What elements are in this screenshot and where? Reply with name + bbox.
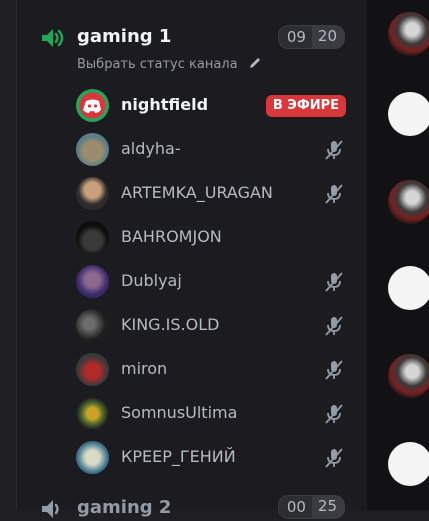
mic-muted-icon bbox=[325, 448, 343, 468]
user-name: BAHROMJON bbox=[121, 227, 222, 246]
user-name: ARTEMKA_URAGAN bbox=[121, 183, 273, 202]
avatar bbox=[76, 353, 109, 386]
voice-user-row[interactable]: Dublyaj bbox=[76, 263, 346, 299]
user-name: КРЕЕР_ГЕНИЙ bbox=[121, 447, 236, 466]
right-panel bbox=[367, 0, 429, 510]
user-name: Dublyaj bbox=[121, 271, 182, 290]
speaker-icon bbox=[42, 29, 64, 47]
user-name: aldyha- bbox=[121, 139, 181, 158]
stream-preview-avatar[interactable] bbox=[388, 354, 429, 398]
avatar bbox=[76, 309, 109, 342]
voice-user-row[interactable]: nightfield В ЭФИРЕ bbox=[76, 87, 346, 123]
user-count-max: 20 bbox=[311, 25, 345, 49]
user-count-current: 09 bbox=[277, 25, 312, 49]
discord-logo-icon bbox=[79, 92, 106, 119]
user-count-max: 25 bbox=[311, 495, 345, 519]
avatar bbox=[76, 133, 109, 166]
voice-user-row[interactable]: ARTEMKA_URAGAN bbox=[76, 175, 346, 211]
pencil-icon bbox=[249, 58, 260, 68]
voice-channel-gaming-1[interactable]: gaming 1 09 20 bbox=[40, 22, 345, 54]
user-count-badge: 00 25 bbox=[277, 495, 345, 519]
user-count-current: 00 bbox=[277, 495, 312, 519]
stream-preview-avatar[interactable] bbox=[388, 92, 429, 136]
user-name: KING.IS.OLD bbox=[121, 315, 220, 334]
voice-user-row[interactable]: SomnusUltima bbox=[76, 395, 346, 431]
stream-preview-avatar[interactable] bbox=[388, 266, 429, 310]
set-channel-status[interactable]: Выбрать статус канала bbox=[77, 56, 262, 72]
stream-preview-avatar[interactable] bbox=[388, 180, 429, 224]
stream-preview-avatar[interactable] bbox=[388, 12, 429, 56]
channel-status-text: Выбрать статус канала bbox=[77, 57, 238, 72]
mic-muted-icon bbox=[325, 272, 343, 292]
user-name: miron bbox=[121, 359, 168, 378]
avatar bbox=[76, 177, 109, 210]
voice-user-row[interactable]: aldyha- bbox=[76, 131, 346, 167]
channel-name: gaming 1 bbox=[77, 26, 172, 47]
mic-muted-icon bbox=[325, 140, 343, 160]
voice-user-row[interactable]: КРЕЕР_ГЕНИЙ bbox=[76, 439, 346, 475]
voice-user-row[interactable]: miron bbox=[76, 351, 346, 387]
speaker-icon bbox=[42, 500, 59, 518]
avatar bbox=[76, 265, 109, 298]
voice-user-row[interactable]: KING.IS.OLD bbox=[76, 307, 346, 343]
channel-list bbox=[17, 0, 367, 510]
user-name: SomnusUltima bbox=[121, 403, 238, 422]
user-name: nightfield bbox=[121, 95, 209, 114]
mic-muted-icon bbox=[325, 184, 343, 204]
mic-muted-icon bbox=[325, 404, 343, 424]
avatar bbox=[76, 89, 109, 122]
channel-name: gaming 2 bbox=[77, 497, 172, 518]
voice-channel-gaming-2[interactable]: gaming 2 00 25 bbox=[40, 495, 345, 519]
live-badge: В ЭФИРЕ bbox=[265, 95, 346, 117]
mic-muted-icon bbox=[325, 316, 343, 336]
avatar bbox=[76, 221, 109, 254]
mic-muted-icon bbox=[325, 360, 343, 380]
user-count-badge: 09 20 bbox=[277, 25, 345, 49]
voice-user-row[interactable]: BAHROMJON bbox=[76, 219, 346, 255]
stream-preview-avatar[interactable] bbox=[388, 442, 429, 486]
avatar bbox=[76, 397, 109, 430]
avatar bbox=[76, 441, 109, 474]
